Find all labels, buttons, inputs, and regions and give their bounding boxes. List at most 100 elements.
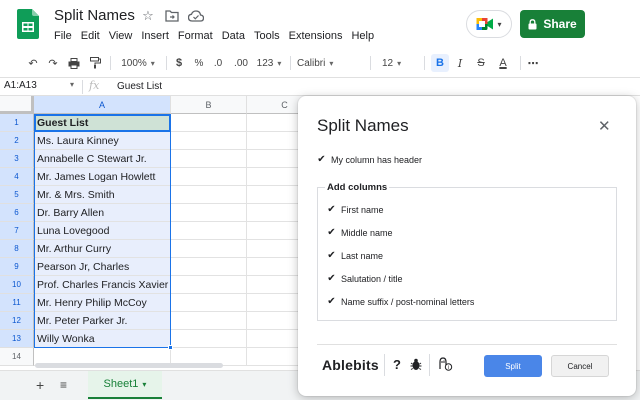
table-cell[interactable] — [171, 240, 247, 258]
row-header[interactable]: 5 — [0, 186, 34, 204]
table-cell[interactable] — [171, 150, 247, 168]
option-name-suffix[interactable]: ✔ Name suffix / post-nominal letters — [327, 297, 474, 308]
percent-format-button[interactable]: % — [193, 54, 205, 72]
menu-insert[interactable]: Insert — [141, 30, 169, 42]
column-header-b[interactable]: B — [171, 96, 247, 114]
add-sheet-icon[interactable]: + — [36, 377, 44, 393]
document-title[interactable]: Split Names — [54, 7, 135, 24]
table-cell[interactable]: Mr. Peter Parker Jr. — [34, 312, 171, 330]
menu-extensions[interactable]: Extensions — [289, 30, 343, 42]
fill-handle[interactable] — [168, 345, 173, 350]
menu-help[interactable]: Help — [351, 30, 374, 42]
row-header[interactable]: 8 — [0, 240, 34, 258]
table-cell[interactable]: Ms. Laura Kinney — [34, 132, 171, 150]
menu-data[interactable]: Data — [222, 30, 245, 42]
currency-format-button[interactable]: $ — [173, 54, 185, 72]
more-formats-select[interactable]: 123 — [255, 54, 283, 72]
menu-view[interactable]: View — [109, 30, 133, 42]
row-header[interactable]: 7 — [0, 222, 34, 240]
support-icon[interactable]: i — [437, 357, 453, 374]
row-header[interactable]: 9 — [0, 258, 34, 276]
row-header[interactable]: 4 — [0, 168, 34, 186]
formula-input[interactable]: Guest List — [117, 81, 162, 92]
bug-report-icon[interactable] — [410, 358, 422, 374]
font-family-select[interactable]: Calibri — [297, 54, 363, 72]
split-button[interactable]: Split — [484, 355, 542, 377]
table-cell[interactable] — [171, 186, 247, 204]
move-folder-icon[interactable] — [164, 8, 180, 24]
table-cell[interactable] — [171, 276, 247, 294]
decrease-decimal-button[interactable]: .0 — [210, 54, 226, 72]
table-cell[interactable]: Luna Lovegood — [34, 222, 171, 240]
share-button[interactable]: Share — [520, 10, 585, 38]
all-sheets-icon[interactable]: ≡ — [60, 378, 67, 392]
more-tools-button[interactable]: ⋯ — [526, 54, 540, 72]
checkbox-checked-icon[interactable]: ✔ — [327, 205, 336, 215]
checkbox-checked-icon[interactable]: ✔ — [327, 251, 336, 261]
print-icon[interactable] — [67, 54, 81, 72]
table-cell[interactable] — [171, 132, 247, 150]
undo-icon[interactable]: ↶ — [26, 54, 40, 72]
table-cell[interactable] — [171, 168, 247, 186]
checkbox-checked-icon[interactable]: ✔ — [317, 155, 326, 165]
cloud-status-icon[interactable] — [188, 8, 204, 24]
help-icon[interactable]: ? — [393, 357, 401, 372]
checkbox-checked-icon[interactable]: ✔ — [327, 228, 336, 238]
option-middle-name[interactable]: ✔ Middle name — [327, 228, 392, 239]
menu-file[interactable]: File — [54, 30, 72, 42]
select-all-corner[interactable] — [0, 96, 34, 114]
table-cell[interactable] — [171, 294, 247, 312]
header-cell[interactable]: Guest List — [34, 114, 171, 132]
table-cell[interactable] — [171, 312, 247, 330]
table-cell[interactable]: Mr. & Mrs. Smith — [34, 186, 171, 204]
font-size-select[interactable]: 12 — [382, 54, 420, 72]
option-salutation[interactable]: ✔ Salutation / title — [327, 274, 402, 285]
menu-format[interactable]: Format — [178, 30, 213, 42]
chevron-down-icon[interactable]: ▾ — [142, 380, 146, 389]
star-icon[interactable]: ☆ — [140, 8, 156, 24]
row-header[interactable]: 10 — [0, 276, 34, 294]
cancel-button[interactable]: Cancel — [551, 355, 609, 377]
sheet-tab-sheet1[interactable]: Sheet1 ▾ — [88, 371, 162, 399]
table-cell[interactable]: Annabelle C Stewart Jr. — [34, 150, 171, 168]
table-cell[interactable] — [171, 222, 247, 240]
italic-button[interactable]: I — [454, 54, 466, 72]
meet-button[interactable]: ▾ — [466, 10, 512, 38]
row-header[interactable]: 13 — [0, 330, 34, 348]
row-header[interactable]: 2 — [0, 132, 34, 150]
zoom-select[interactable]: 100% — [118, 54, 158, 72]
table-cell[interactable] — [171, 258, 247, 276]
column-header-a[interactable]: A — [34, 96, 171, 114]
table-cell[interactable] — [171, 330, 247, 348]
table-cell[interactable]: Dr. Barry Allen — [34, 204, 171, 222]
table-cell[interactable]: Mr. James Logan Howlett — [34, 168, 171, 186]
table-cell[interactable]: Mr. Arthur Curry — [34, 240, 171, 258]
table-cell[interactable]: Mr. Henry Philip McCoy — [34, 294, 171, 312]
name-box[interactable]: A1:A13 — [4, 80, 78, 94]
header-option[interactable]: ✔ My column has header — [317, 155, 422, 166]
row-header[interactable]: 1 — [0, 114, 34, 132]
increase-decimal-button[interactable]: .00 — [231, 54, 251, 72]
table-cell[interactable]: Prof. Charles Francis Xavier — [34, 276, 171, 294]
table-cell[interactable]: Willy Wonka — [34, 330, 171, 348]
redo-icon[interactable]: ↷ — [46, 54, 60, 72]
menu-tools[interactable]: Tools — [254, 30, 280, 42]
option-last-name[interactable]: ✔ Last name — [327, 251, 383, 262]
option-first-name[interactable]: ✔ First name — [327, 205, 383, 216]
checkbox-checked-icon[interactable]: ✔ — [327, 274, 336, 284]
menu-edit[interactable]: Edit — [81, 30, 100, 42]
horizontal-scrollbar[interactable] — [35, 363, 223, 368]
row-header[interactable]: 11 — [0, 294, 34, 312]
row-header[interactable]: 3 — [0, 150, 34, 168]
table-cell[interactable]: Pearson Jr, Charles — [34, 258, 171, 276]
checkbox-checked-icon[interactable]: ✔ — [327, 297, 336, 307]
text-color-button[interactable]: A — [497, 54, 509, 72]
ablebits-logo[interactable]: Ablebits — [322, 357, 379, 373]
row-header[interactable]: 14 — [0, 348, 34, 366]
row-header[interactable]: 12 — [0, 312, 34, 330]
bold-button[interactable]: B — [431, 54, 449, 72]
strikethrough-button[interactable]: S — [475, 54, 487, 72]
close-icon[interactable]: ✕ — [598, 117, 611, 135]
table-cell[interactable] — [171, 204, 247, 222]
table-cell[interactable] — [171, 114, 247, 132]
